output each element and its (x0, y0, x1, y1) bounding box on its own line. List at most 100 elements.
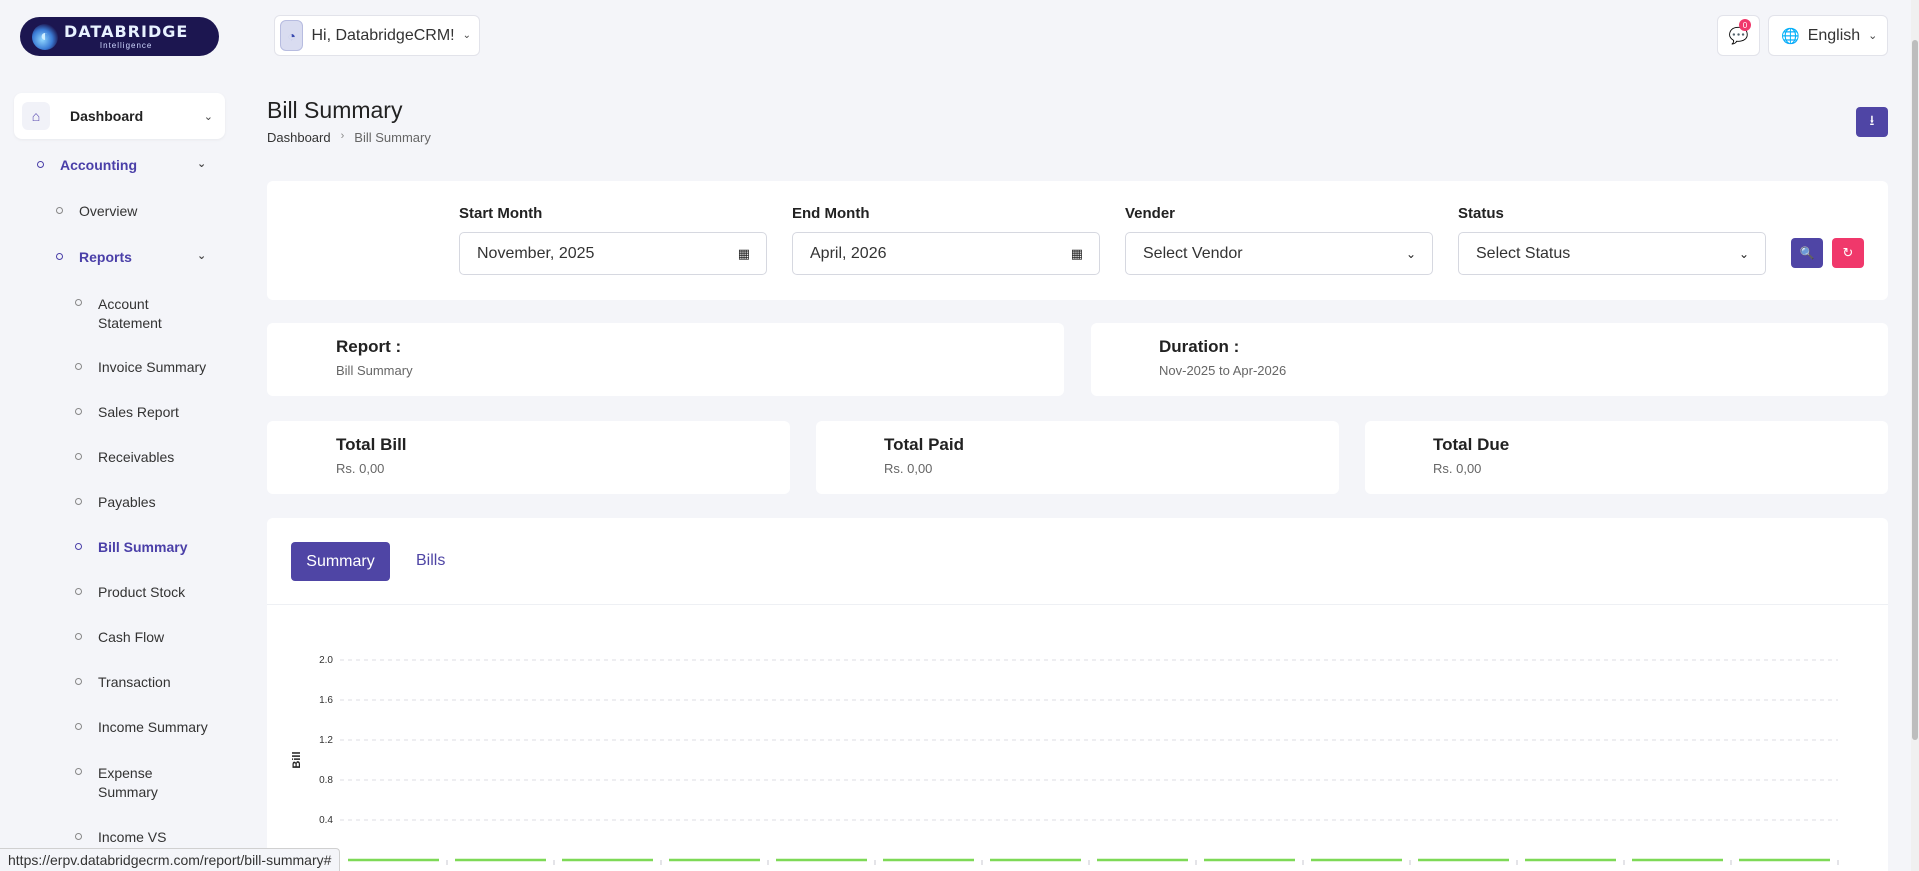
logo-swoosh-icon: ◐ (32, 23, 58, 50)
start-month-field: Start Month November, 2025 ▦ (459, 205, 767, 275)
y-tick-label: 0.8 (319, 775, 333, 786)
report-info: Report : Bill Summary (336, 337, 413, 378)
sidebar-item-dashboard[interactable]: ⌂ Dashboard ⌄ (14, 93, 225, 139)
bullet-icon (75, 453, 82, 460)
bullet-icon (75, 678, 82, 685)
sidebar-item-label: Invoice Summary (98, 359, 207, 375)
y-tick-label: 1.6 (319, 695, 333, 706)
duration-info: Duration : Nov-2025 to Apr-2026 (1159, 337, 1286, 378)
bullet-icon (75, 833, 82, 840)
bullet-icon (75, 408, 82, 415)
reset-button[interactable]: ↻ (1832, 238, 1864, 268)
calendar-icon[interactable]: ▦ (1071, 246, 1083, 262)
sidebar-item-label: Accounting (60, 157, 137, 173)
y-tick-label: 0.4 (319, 815, 333, 826)
brand-name: DATABRIDGE (64, 21, 189, 41)
total-due-value: Rs. 0,00 (1433, 461, 1482, 476)
vendor-value: Select Vendor (1143, 244, 1243, 262)
tab-divider (267, 604, 1888, 605)
user-greeting: Hi, DatabridgeCRM! (311, 26, 455, 44)
duration-title: Duration : (1159, 337, 1240, 356)
sidebar-item-income-vs[interactable]: Income VS (75, 829, 166, 845)
total-paid-title: Total Paid (884, 435, 964, 454)
bullet-icon (75, 588, 82, 595)
sidebar-item-cash-flow[interactable]: Cash Flow (75, 629, 164, 645)
sidebar-item-label: Transaction (98, 674, 171, 690)
brand-logo[interactable]: ◐ DATABRIDGE Intelligence (20, 17, 219, 56)
start-month-value: November, 2025 (477, 244, 595, 262)
end-month-input[interactable]: April, 2026 ▦ (792, 232, 1100, 275)
download-button[interactable]: ⭳ (1856, 107, 1888, 137)
sidebar-item-label: Cash Flow (98, 629, 165, 645)
notifications-button[interactable]: 💬 0 (1717, 15, 1760, 56)
status-select[interactable]: Select Status ⌄ (1458, 232, 1766, 275)
sidebar-item-payables[interactable]: Payables (75, 494, 156, 510)
sidebar-item-product-stock[interactable]: Product Stock (75, 584, 185, 600)
total-bill-value: Rs. 0,00 (336, 461, 385, 476)
end-month-label: End Month (792, 205, 870, 222)
sidebar-item-transaction[interactable]: Transaction (75, 674, 171, 690)
vendor-label: Vender (1125, 205, 1176, 222)
sidebar-item-label: Product Stock (98, 584, 186, 600)
total-bill-title: Total Bill (336, 435, 407, 454)
status-value: Select Status (1476, 244, 1571, 262)
report-title: Report : (336, 337, 402, 356)
bullet-icon (75, 543, 82, 550)
y-tick-label: 1.2 (319, 735, 333, 746)
sidebar-item-label: Income VS (98, 829, 167, 845)
vendor-select[interactable]: Select Vendor ⌄ (1125, 232, 1433, 275)
status-bar-url: https://erpv.databridgecrm.com/report/bi… (0, 848, 341, 871)
sidebar-item-account-statement[interactable]: Account Statement (75, 295, 195, 333)
sidebar-item-receivables[interactable]: Receivables (75, 449, 174, 465)
bullet-icon (75, 498, 82, 505)
notification-badge: 0 (1739, 19, 1751, 31)
y-tick-label: 2.0 (319, 655, 333, 666)
tab-summary[interactable]: Summary (291, 542, 390, 581)
end-month-field: End Month April, 2026 ▦ (792, 205, 1100, 275)
bullet-icon (56, 207, 63, 214)
total-due-title: Total Due (1433, 435, 1510, 454)
sidebar-item-label: Overview (79, 203, 138, 219)
sidebar-item-sales-report[interactable]: Sales Report (75, 404, 179, 420)
chevron-down-icon: ⌄ (203, 110, 213, 123)
end-month-value: April, 2026 (810, 244, 887, 262)
breadcrumb-current: Bill Summary (354, 130, 431, 145)
brand-tagline: Intelligence (99, 40, 153, 50)
chevron-down-icon: ⌄ (1738, 246, 1749, 261)
sidebar-item-invoice-summary[interactable]: Invoice Summary (75, 359, 206, 375)
vendor-field: Vender Select Vendor ⌄ (1125, 205, 1433, 275)
sidebar: ◐ DATABRIDGE Intelligence ⌂ Dashboard ⌄ … (0, 0, 240, 871)
language-label: English (1807, 26, 1861, 44)
search-button[interactable]: 🔍 (1791, 238, 1823, 268)
tab-bills[interactable]: Bills (416, 552, 445, 570)
total-paid: Total Paid Rs. 0,00 (884, 435, 964, 476)
bullet-icon (75, 768, 82, 775)
y-axis-label: Bill (291, 751, 303, 768)
language-selector[interactable]: 🌐 English ⌄ (1768, 15, 1888, 56)
sidebar-item-label: Reports (79, 249, 132, 265)
bullet-icon (75, 723, 82, 730)
scrollbar-thumb[interactable] (1912, 40, 1918, 740)
calendar-icon[interactable]: ▦ (738, 246, 750, 262)
globe-icon: 🌐 (1781, 27, 1800, 45)
scrollbar[interactable] (1911, 0, 1919, 871)
sidebar-item-label: Expense Summary (98, 765, 158, 800)
refresh-icon: ↻ (1842, 245, 1854, 260)
sidebar-item-label: Account Statement (98, 296, 162, 331)
chevron-down-icon: ⌄ (1868, 30, 1878, 42)
user-menu[interactable]: ◔ Hi, DatabridgeCRM! ⌄ (274, 15, 480, 56)
start-month-input[interactable]: November, 2025 ▦ (459, 232, 767, 275)
sidebar-item-reports[interactable]: Reports ⌄ (56, 249, 212, 265)
sidebar-item-income-summary[interactable]: Income Summary (75, 719, 208, 735)
sidebar-item-label: Sales Report (98, 404, 179, 420)
chevron-down-icon: ⌄ (1405, 246, 1416, 261)
sidebar-item-expense-summary[interactable]: Expense Summary (75, 764, 195, 802)
sidebar-item-accounting[interactable]: Accounting ⌄ (37, 157, 212, 173)
total-bill: Total Bill Rs. 0,00 (336, 435, 407, 476)
sidebar-item-overview[interactable]: Overview (56, 203, 137, 219)
sidebar-item-label: Dashboard (70, 108, 144, 124)
sidebar-item-bill-summary[interactable]: Bill Summary (75, 539, 187, 555)
bullet-icon (56, 253, 63, 260)
breadcrumb-dashboard-link[interactable]: Dashboard (267, 130, 331, 145)
chevron-down-icon: ⌄ (197, 158, 207, 170)
